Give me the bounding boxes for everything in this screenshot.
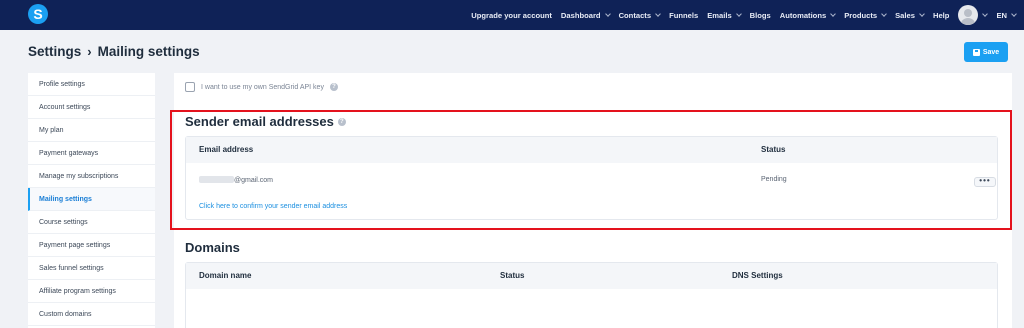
nav-sales[interactable]: Sales [895,10,925,20]
sendgrid-api-key-checkbox[interactable] [185,82,195,92]
chevron-down-icon [735,10,742,17]
nav-emails[interactable]: Emails [707,10,742,20]
table-header: Domain name Status DNS Settings [186,263,997,289]
sidebar-item-my-plan[interactable]: My plan [28,119,155,142]
sidebar-item-payment-gateways[interactable]: Payment gateways [28,142,155,165]
nav-blogs[interactable]: Blogs [750,11,771,20]
chevron-down-icon [655,10,661,17]
nav-dashboard[interactable]: Dashboard [561,10,611,20]
sidebar-item-mailing-settings[interactable]: Mailing settings [28,188,155,211]
domains-heading: Domains [185,240,240,255]
sidebar-item-course-settings[interactable]: Course settings [28,211,155,234]
main-nav: Upgrade your account Dashboard Contacts … [471,0,1017,30]
language-selector[interactable]: EN [996,10,1017,20]
sidebar-item-affiliate-program-settings[interactable]: Affiliate program settings [28,280,155,303]
chevron-down-icon [830,10,837,17]
chevron-down-icon [982,10,989,17]
top-navbar: S Upgrade your account Dashboard Contact… [0,0,1024,30]
sendgrid-api-key-option: I want to use my own SendGrid API key ? [185,82,338,92]
app-logo[interactable]: S [28,4,48,24]
sidebar-item-payment-page-settings[interactable]: Payment page settings [28,234,155,257]
breadcrumb-separator-icon: › [87,44,92,59]
save-icon [972,48,980,56]
highlight-box [170,110,1012,230]
nav-automations[interactable]: Automations [780,10,837,20]
page-title: Mailing settings [97,44,200,59]
chevron-down-icon [1011,10,1017,17]
help-icon[interactable]: ? [329,83,338,91]
sendgrid-api-key-label: I want to use my own SendGrid API key [201,83,324,91]
nav-products[interactable]: Products [844,10,887,20]
sidebar-item-custom-domains[interactable]: Custom domains [28,303,155,326]
nav-upgrade[interactable]: Upgrade your account [471,11,552,20]
chevron-down-icon [919,10,925,17]
chevron-down-icon [604,10,611,17]
col-dns-settings: DNS Settings [732,271,783,280]
breadcrumb-settings[interactable]: Settings [28,44,81,59]
domains-table: Domain name Status DNS Settings [185,262,998,328]
sidebar-item-manage-subscriptions[interactable]: Manage my subscriptions [28,165,155,188]
save-button[interactable]: Save [964,42,1008,62]
avatar [958,5,979,25]
sidebar-item-account-settings[interactable]: Account settings [28,96,155,119]
user-menu[interactable] [958,5,989,25]
chevron-down-icon [881,10,887,17]
col-status: Status [500,271,525,280]
settings-sidebar: Profile settings Account settings My pla… [28,73,155,328]
breadcrumb: Settings › Mailing settings [28,44,200,59]
nav-help[interactable]: Help [933,11,949,20]
nav-funnels[interactable]: Funnels [669,11,698,20]
sidebar-item-sales-funnel-settings[interactable]: Sales funnel settings [28,257,155,280]
nav-contacts[interactable]: Contacts [619,11,661,20]
col-domain-name: Domain name [199,271,252,280]
sidebar-item-profile-settings[interactable]: Profile settings [28,73,155,96]
